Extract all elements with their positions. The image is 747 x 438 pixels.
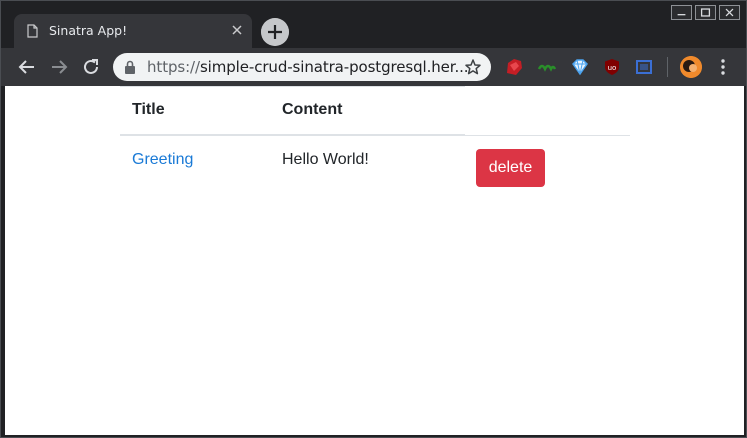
lock-icon[interactable]	[124, 60, 136, 74]
toolbar-separator	[667, 57, 668, 77]
browser-toolbar: https://simple-crud-sinatra-postgresql.h…	[1, 48, 746, 86]
delete-button[interactable]: delete	[476, 149, 545, 187]
post-content: Hello World!	[282, 151, 369, 168]
ruby-icon[interactable]	[504, 57, 524, 77]
new-tab-button[interactable]	[261, 18, 289, 46]
address-bar[interactable]: https://simple-crud-sinatra-postgresql.h…	[113, 53, 491, 81]
table-header-border	[120, 134, 465, 136]
maximize-window-button[interactable]	[695, 5, 716, 20]
browser-window: Sinatra App! https://simple-crud-sinatra…	[0, 0, 747, 438]
url-host: simple-crud-sinatra-postgresql.her...	[199, 58, 469, 76]
column-header-title: Title	[132, 101, 165, 118]
url-text[interactable]: https://simple-crud-sinatra-postgresql.h…	[147, 58, 469, 76]
tab-sinatra-app[interactable]: Sinatra App!	[14, 14, 252, 48]
column-header-content: Content	[282, 101, 343, 118]
diamond-extension-icon[interactable]	[570, 57, 590, 77]
ublock-icon[interactable]: uo	[602, 57, 622, 77]
post-title-link[interactable]: Greeting	[132, 151, 193, 169]
bookmark-star-icon[interactable]	[464, 58, 482, 76]
kebab-menu-icon[interactable]	[716, 58, 730, 76]
profile-avatar[interactable]	[680, 56, 702, 78]
table-header-border-extension	[465, 135, 630, 136]
tab-strip: Sinatra App!	[1, 1, 746, 48]
table-top-border	[120, 86, 465, 87]
back-arrow-icon[interactable]	[16, 56, 38, 78]
reload-icon[interactable]	[80, 56, 102, 78]
tab-title: Sinatra App!	[49, 23, 128, 38]
url-scheme: https://	[147, 58, 200, 76]
minimize-window-button[interactable]	[671, 5, 692, 20]
svg-text:uo: uo	[608, 64, 617, 72]
page-viewport: Title Content Greeting Hello World! dele…	[5, 86, 744, 435]
close-window-button[interactable]	[719, 5, 740, 20]
green-extension-icon[interactable]	[537, 57, 557, 77]
close-tab-icon[interactable]	[230, 23, 244, 37]
forward-arrow-icon[interactable]	[48, 56, 70, 78]
screen-extension-icon[interactable]	[634, 57, 654, 77]
document-icon	[27, 24, 38, 38]
